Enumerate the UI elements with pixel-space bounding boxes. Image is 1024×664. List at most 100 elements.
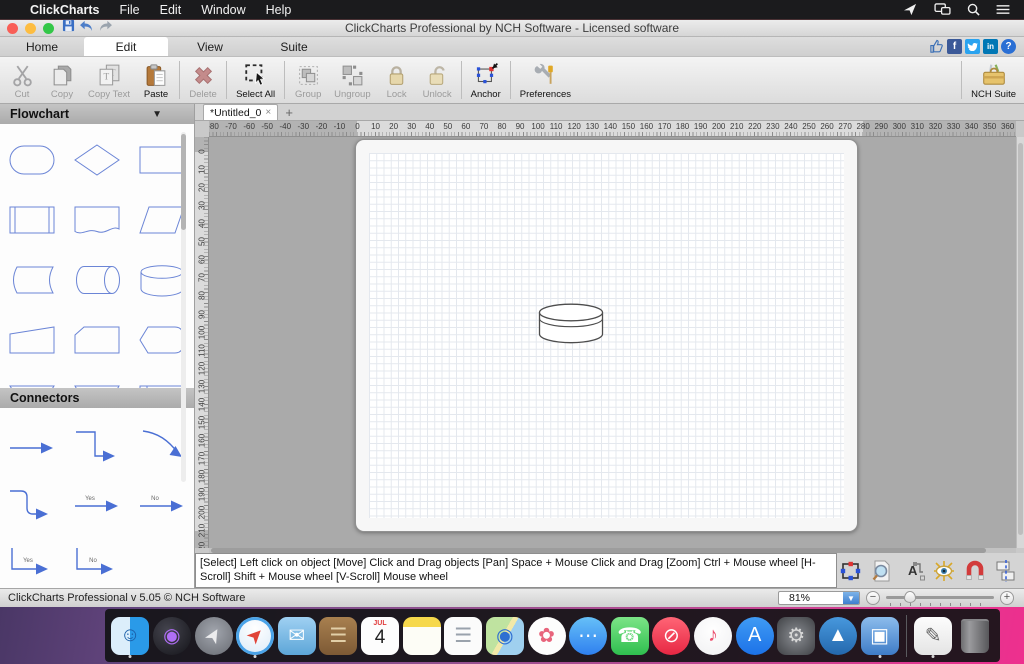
help-icon[interactable]: ? bbox=[1001, 39, 1016, 54]
shape-direct-access-storage[interactable] bbox=[68, 250, 126, 310]
preferences-button[interactable]: Preferences bbox=[514, 57, 577, 103]
shape-predefined-process[interactable] bbox=[3, 190, 61, 250]
dock-facetime[interactable]: ☎ bbox=[610, 616, 649, 656]
connector-straight-no[interactable]: No bbox=[133, 474, 191, 532]
dock-itunes[interactable]: ♪ bbox=[694, 616, 733, 656]
shape-decision[interactable] bbox=[68, 130, 126, 190]
paste-button[interactable]: Paste bbox=[136, 57, 176, 103]
menu-window[interactable]: Window bbox=[201, 3, 245, 17]
dock-messages[interactable]: ⋯ bbox=[569, 616, 608, 656]
search-icon[interactable] bbox=[967, 3, 980, 16]
shape-merge[interactable] bbox=[3, 370, 61, 388]
social-icons: f in? bbox=[929, 37, 1024, 56]
connector-text-icon[interactable]: A bbox=[899, 556, 927, 585]
flowchart-section-title: Flowchart bbox=[10, 107, 69, 121]
shape-extract[interactable] bbox=[68, 370, 126, 388]
paste-icon bbox=[144, 61, 169, 89]
copy-text-icon: TT bbox=[97, 61, 122, 89]
undo-icon[interactable] bbox=[79, 19, 94, 37]
close-window-button[interactable] bbox=[7, 23, 18, 34]
dock-launchpad[interactable]: ➤ bbox=[194, 616, 233, 656]
connector-elbow2-yes[interactable]: Yes bbox=[3, 532, 61, 588]
menu-app-name[interactable]: ClickCharts bbox=[30, 3, 99, 17]
zoom-dropdown-button[interactable]: ▼ bbox=[843, 592, 859, 604]
lock-icon bbox=[384, 61, 409, 89]
facebook-icon[interactable]: f bbox=[947, 39, 962, 54]
anchor-button[interactable]: Anchor bbox=[465, 57, 507, 103]
flowchart-section-header[interactable]: Flowchart ▼ bbox=[0, 104, 194, 124]
dock-trash[interactable] bbox=[955, 616, 994, 656]
sidebar-scrollbar[interactable] bbox=[181, 132, 186, 482]
connector-elbow[interactable] bbox=[68, 416, 126, 474]
shape-terminator[interactable] bbox=[3, 130, 61, 190]
select-all-button[interactable]: Select All bbox=[230, 57, 281, 103]
page-breaks-icon[interactable] bbox=[992, 556, 1020, 585]
connector-straight[interactable] bbox=[3, 416, 61, 474]
menu-help[interactable]: Help bbox=[266, 3, 292, 17]
nch-suite-button[interactable]: NCH Suite bbox=[965, 57, 1022, 103]
connectors-section-header[interactable]: Connectors bbox=[0, 388, 194, 408]
minimize-window-button[interactable] bbox=[25, 23, 36, 34]
dock-news[interactable]: ⊘ bbox=[652, 616, 691, 656]
zoom-slider-thumb[interactable] bbox=[904, 591, 916, 603]
dock-finder[interactable]: ☺ bbox=[111, 616, 150, 656]
connector-straight-yes[interactable]: Yes bbox=[68, 474, 126, 532]
dock-app-store[interactable]: A bbox=[735, 616, 774, 656]
dock-reminders[interactable]: ☰ bbox=[444, 616, 483, 656]
dock-siri[interactable]: ◉ bbox=[153, 616, 192, 656]
tab-view[interactable]: View bbox=[168, 37, 252, 56]
dock-contacts[interactable]: ☰ bbox=[319, 616, 358, 656]
shape-manual-input[interactable] bbox=[3, 310, 61, 370]
menu-edit[interactable]: Edit bbox=[160, 3, 182, 17]
zoom-in-button[interactable]: + bbox=[1000, 591, 1014, 605]
twitter-icon[interactable] bbox=[965, 39, 980, 54]
dock-textedit[interactable]: ✎ bbox=[914, 616, 953, 656]
database-cylinder-shape[interactable] bbox=[538, 303, 604, 344]
page-grid bbox=[369, 153, 844, 518]
connector-elbow2-no[interactable]: No bbox=[68, 532, 126, 588]
anchor-points-icon[interactable] bbox=[837, 556, 865, 585]
dock-calendar[interactable]: JUL4 bbox=[361, 616, 400, 656]
connector-scurve[interactable] bbox=[3, 474, 61, 532]
displays-icon[interactable] bbox=[934, 3, 951, 16]
tab-edit[interactable]: Edit bbox=[84, 37, 168, 56]
running-indicator bbox=[878, 655, 881, 658]
redo-icon[interactable] bbox=[98, 19, 113, 37]
vertical-scrollbar[interactable] bbox=[1016, 137, 1024, 548]
dock-nch-app[interactable]: ▲ bbox=[819, 616, 858, 656]
new-tab-button[interactable]: + bbox=[278, 104, 300, 120]
dock-clickcharts[interactable]: ▣ bbox=[860, 616, 899, 656]
grid-visibility-icon[interactable] bbox=[930, 556, 958, 585]
zoom-out-button[interactable]: − bbox=[866, 591, 880, 605]
close-tab-icon[interactable]: × bbox=[265, 107, 271, 118]
dock-notes[interactable] bbox=[402, 616, 441, 656]
save-icon[interactable] bbox=[62, 19, 75, 37]
linkedin-icon[interactable]: in bbox=[983, 39, 998, 54]
zoom-level-combobox[interactable]: 81% ▼ bbox=[778, 591, 860, 605]
list-icon[interactable] bbox=[996, 4, 1010, 15]
dock-safari[interactable]: ➤ bbox=[236, 616, 275, 656]
zoom-slider[interactable] bbox=[886, 591, 994, 605]
dock-photos[interactable]: ✿ bbox=[527, 616, 566, 656]
cursor-icon[interactable] bbox=[903, 3, 918, 16]
nch-suite-icon bbox=[981, 61, 1007, 89]
dock-mail[interactable]: ✉ bbox=[277, 616, 316, 656]
collapse-triangle-icon[interactable]: ▼ bbox=[152, 109, 162, 120]
tab-suite[interactable]: Suite bbox=[252, 37, 336, 56]
zoom-window-button[interactable] bbox=[43, 23, 54, 34]
drawing-page[interactable] bbox=[355, 139, 858, 532]
shape-stored-data[interactable] bbox=[3, 250, 61, 310]
tab-home[interactable]: Home bbox=[0, 37, 84, 56]
menu-file[interactable]: File bbox=[119, 3, 139, 17]
dock-maps[interactable]: ◉ bbox=[486, 616, 525, 656]
zoom-page-icon[interactable] bbox=[868, 556, 896, 585]
document-tab[interactable]: *Untitled_0 × bbox=[203, 104, 278, 120]
dock-divider bbox=[906, 615, 907, 657]
running-indicator bbox=[129, 655, 132, 658]
dock-system-preferences[interactable]: ⚙ bbox=[777, 616, 816, 656]
shape-document[interactable] bbox=[68, 190, 126, 250]
shape-card[interactable] bbox=[68, 310, 126, 370]
snap-magnet-icon[interactable] bbox=[961, 556, 989, 585]
canvas-viewport[interactable] bbox=[209, 137, 1016, 548]
thumbs-up-icon[interactable] bbox=[929, 39, 944, 54]
